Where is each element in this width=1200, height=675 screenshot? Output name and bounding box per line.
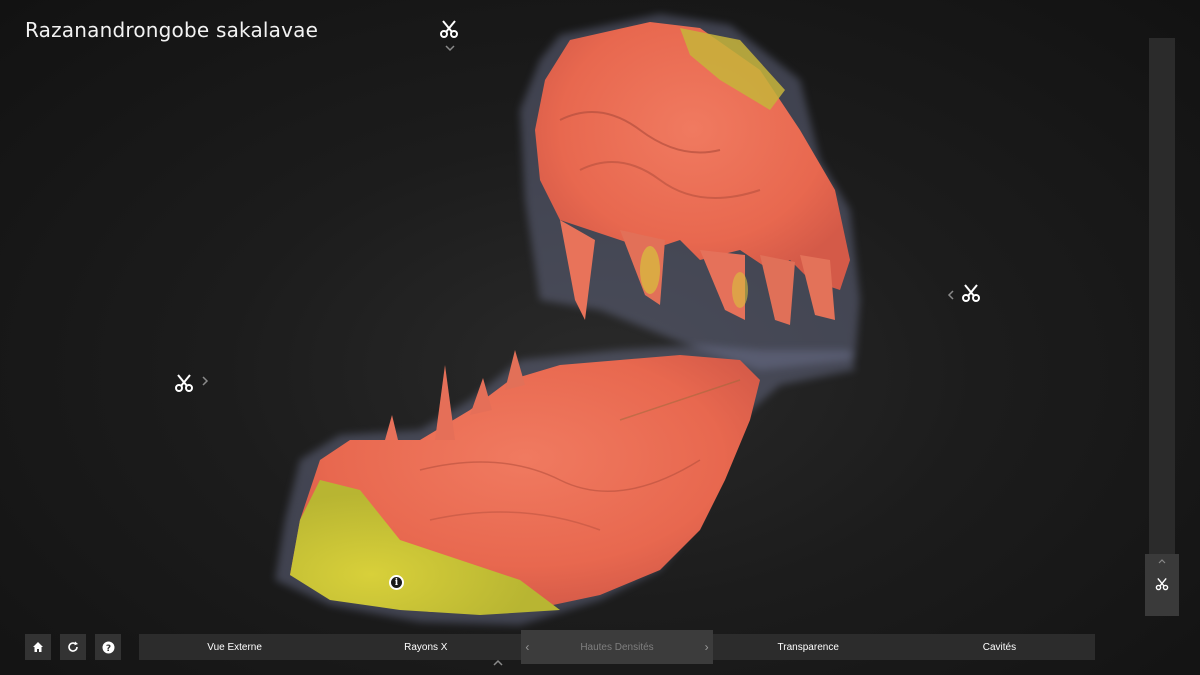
scissors-icon (962, 284, 980, 302)
chevron-right-icon[interactable]: › (705, 640, 709, 654)
chevron-up-icon (1158, 556, 1166, 567)
left-cut-plane-button[interactable] (171, 370, 197, 396)
mode-cavites[interactable]: Cavités (904, 634, 1095, 660)
top-cut-plane-button[interactable] (436, 16, 462, 42)
mode-transparence[interactable]: Transparence (713, 634, 904, 660)
scissors-icon (440, 20, 458, 38)
render-mode-bar: Vue Externe Rayons X ‹ Hautes Densités ›… (139, 630, 1095, 664)
svg-text:?: ? (105, 643, 110, 653)
refresh-icon (68, 641, 78, 652)
mode-label: Transparence (777, 641, 839, 653)
scissors-icon (1155, 577, 1169, 596)
info-annotation-marker[interactable]: i (389, 575, 404, 590)
mode-label: Hautes Densités (580, 641, 654, 653)
scissors-icon (175, 374, 193, 392)
chevron-up-icon[interactable] (493, 655, 503, 669)
chevron-left-icon[interactable] (944, 288, 956, 302)
right-cut-plane-button[interactable] (958, 280, 984, 306)
vertical-cut-slider-track[interactable] (1149, 38, 1175, 554)
mode-label: Vue Externe (207, 641, 262, 653)
info-icon: i (394, 577, 399, 588)
mandible-fragment (275, 345, 855, 625)
chevron-right-icon[interactable] (199, 374, 211, 388)
chevron-down-icon[interactable] (443, 42, 457, 54)
chevron-left-icon[interactable]: ‹ (525, 640, 529, 654)
home-icon (33, 642, 43, 652)
help-button[interactable]: ? (95, 634, 121, 660)
mode-vue-externe[interactable]: Vue Externe (139, 634, 330, 660)
home-button[interactable] (25, 634, 51, 660)
reset-view-button[interactable] (60, 634, 86, 660)
mode-label: Cavités (982, 641, 1017, 653)
mode-label: Rayons X (404, 641, 448, 653)
mode-hautes-densites[interactable]: ‹ Hautes Densités › (521, 630, 713, 664)
vertical-cut-slider-handle[interactable] (1145, 554, 1179, 616)
3d-viewer[interactable]: Razanandrongobe sakalavae i ? Vue Extern… (0, 0, 1200, 675)
skull-model-render[interactable] (0, 0, 1200, 675)
help-icon: ? (102, 641, 114, 653)
maxilla-fragment (520, 14, 860, 370)
